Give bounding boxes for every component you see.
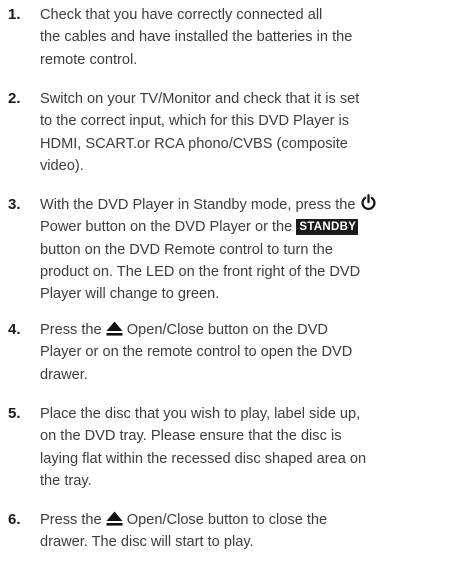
step-line: to the correct input, which for this DVD… — [40, 113, 350, 130]
power-icon — [360, 194, 377, 218]
step-number: 5. — [8, 405, 21, 422]
step-text: Press the Open/Close button to close the… — [40, 509, 458, 554]
step-line: the tray. — [40, 472, 92, 489]
step-line: product on. The LED on the front right o… — [40, 263, 361, 280]
instruction-list: 1. Check that you have correctly connect… — [0, 0, 463, 568]
step-line: Press the Open/Close button on the DVD — [40, 319, 458, 341]
step-line: drawer. The disc will start to play. — [40, 534, 254, 551]
step-text: Press the Open/Close button on the DVD P… — [40, 319, 458, 386]
step-line: video). — [40, 157, 84, 174]
step-line-text: Open/Close button on the DVD — [126, 322, 328, 338]
eject-icon — [106, 321, 123, 343]
step-line: Player or on the remote control to open … — [40, 344, 353, 361]
step-line-text: Press the — [40, 512, 102, 528]
step-text: Check that you have correctly connected … — [40, 4, 458, 71]
step-line: Player will change to green. — [40, 286, 220, 303]
step-line: With the DVD Player in Standby mode, pre… — [40, 194, 458, 216]
step-text: With the DVD Player in Standby mode, pre… — [40, 194, 458, 305]
step-line: Press the Open/Close button to close the — [40, 509, 458, 531]
standby-label: STANDBY — [296, 219, 359, 236]
step-line: Switch on your TV/Monitor and check that… — [40, 91, 360, 107]
step-line: button on the DVD Remote control to turn… — [40, 241, 333, 258]
step-number: 1. — [8, 6, 21, 23]
step-line: HDMI, SCART.or RCA phono/CVBS (composite — [40, 135, 348, 152]
step-line: Place the disc that you wish to play, la… — [40, 406, 361, 422]
step-line-text: Power button on the DVD Player or the — [40, 219, 293, 236]
step-number: 4. — [8, 321, 21, 338]
step-line-text: With the DVD Player in Standby mode, pre… — [40, 197, 356, 213]
step-number: 6. — [8, 511, 21, 528]
step-line-text: Press the — [40, 322, 102, 338]
step-line: remote control. — [40, 51, 138, 68]
step-line-text: Open/Close button to close the — [126, 512, 328, 528]
step-line: laying flat within the recessed disc sha… — [40, 450, 367, 467]
step-text: Place the disc that you wish to play, la… — [40, 403, 458, 492]
step-line: drawer. — [40, 366, 88, 383]
step-line: Power button on the DVD Player or the ST… — [40, 216, 458, 238]
step-number: 2. — [8, 90, 21, 107]
step-line: the cables and have installed the batter… — [40, 29, 353, 46]
step-number: 3. — [8, 196, 21, 213]
eject-icon — [106, 511, 123, 533]
step-text: Switch on your TV/Monitor and check that… — [40, 88, 458, 177]
step-line: on the DVD tray. Please ensure that the … — [40, 428, 342, 445]
step-line: Check that you have correctly connected … — [40, 7, 323, 23]
